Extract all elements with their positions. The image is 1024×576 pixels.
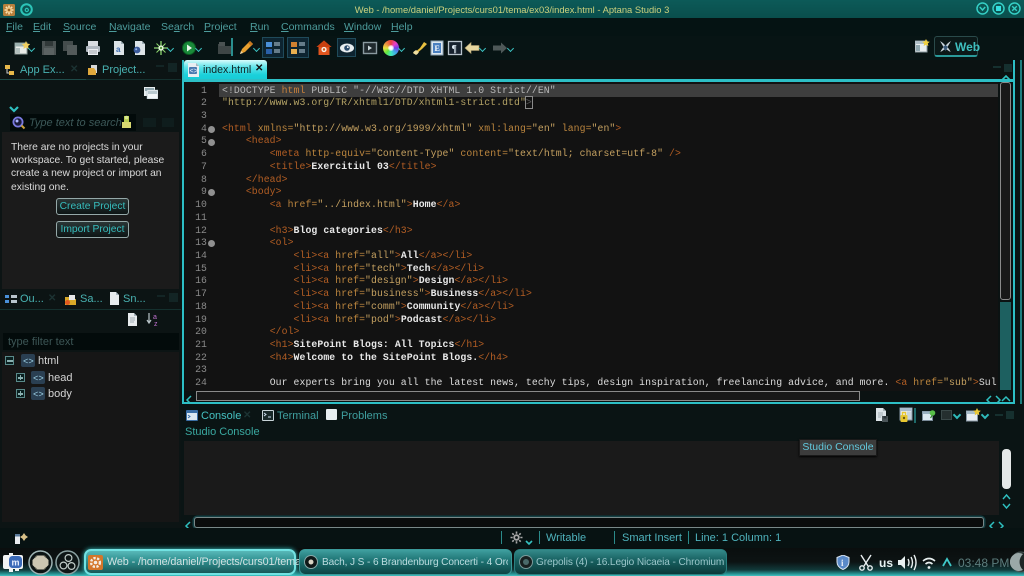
svg-text:<>: <>: [23, 357, 34, 367]
svg-text:m: m: [12, 558, 20, 568]
svg-text:a: a: [153, 314, 157, 321]
svg-text:<>: <>: [33, 390, 44, 400]
svg-text:¶: ¶: [452, 44, 457, 55]
svg-text:z: z: [154, 321, 158, 327]
svg-text:E: E: [435, 44, 440, 53]
svg-text:a: a: [116, 45, 121, 54]
svg-text:<>: <>: [33, 374, 44, 384]
svg-text:<>: <>: [190, 68, 198, 76]
